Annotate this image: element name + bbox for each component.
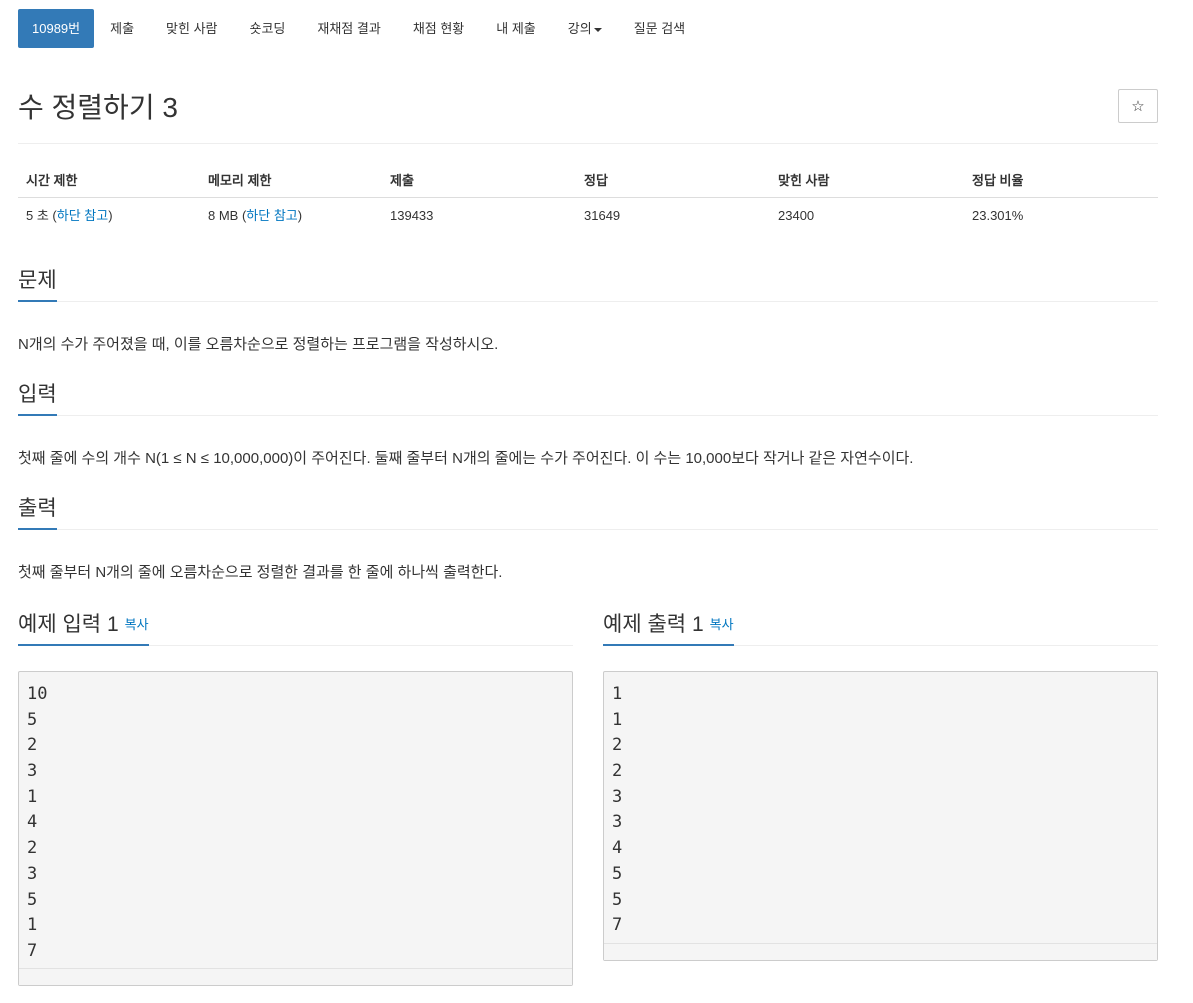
copy-sample-input-button[interactable]: 복사 [125, 617, 149, 632]
section-divider [18, 415, 1158, 416]
output-section-header: 출력 [18, 494, 1158, 530]
caret-down-icon [593, 27, 602, 32]
tab-my-submissions[interactable]: 내 제출 [480, 9, 552, 48]
memory-note-link[interactable]: 하단 참고 [246, 208, 297, 223]
input-description: 첫째 줄에 수의 개수 N(1 ≤ N ≤ 10,000,000)이 주어진다.… [18, 450, 914, 467]
copy-sample-output-button[interactable]: 복사 [710, 617, 734, 632]
memory-limit-close: ) [297, 208, 303, 223]
favorite-button[interactable]: ☆ [1118, 89, 1158, 123]
header-accepted: 정답 [584, 173, 608, 188]
tab-rejudge-results[interactable]: 재채점 결과 [301, 9, 396, 48]
star-icon: ☆ [1131, 98, 1145, 115]
sample-input-box[interactable]: 10 5 2 3 1 4 2 3 5 1 7 [18, 671, 573, 986]
time-limit-text: 5 초 ( [26, 208, 57, 223]
value-ratio: 23.301% [972, 208, 1024, 223]
problem-section-title: 문제 [18, 264, 57, 302]
page-title: 수 정렬하기 3 [18, 92, 178, 123]
sample-input-line: 2 [27, 838, 38, 859]
input-section-header: 입력 [18, 380, 1158, 416]
sample-input-title: 예제 입력 1 [18, 613, 119, 636]
header-solvers: 맞힌 사람 [778, 173, 830, 188]
problem-section-header: 문제 [18, 266, 1158, 302]
sample-input-header: 예제 입력 1 복사 [18, 610, 573, 646]
tab-question-search[interactable]: 질문 검색 [618, 9, 701, 48]
sample-input-line: 1 [27, 786, 38, 807]
sample-input-line: 5 [27, 889, 38, 910]
time-limit-close: ) [108, 208, 113, 223]
value-submissions: 139433 [390, 208, 434, 223]
tab-problem-number[interactable]: 10989번 [18, 9, 95, 48]
horizontal-scrollbar[interactable] [19, 968, 572, 985]
sample-output-box[interactable]: 1 1 2 2 3 3 4 5 5 7 [603, 671, 1158, 961]
sample-output-line: 5 [612, 889, 623, 910]
problem-page: { "nav": { "items": [ {"label": "10989번"… [0, 0, 1193, 1003]
header-submissions: 제출 [390, 173, 414, 188]
sample-output-line: 3 [612, 786, 623, 807]
header-time-limit: 시간 제한 [26, 173, 78, 188]
sample-output-line: 5 [612, 863, 623, 884]
header-ratio: 정답 비율 [972, 173, 1024, 188]
sample-input-line: 5 [27, 709, 38, 730]
tab-submit[interactable]: 제출 [94, 9, 150, 48]
sample-output-line: 1 [612, 709, 623, 730]
tab-short-coding[interactable]: 숏코딩 [234, 9, 302, 48]
sample-output-header: 예제 출력 1 복사 [603, 610, 1158, 646]
sample-output-line: 2 [612, 735, 623, 756]
tab-lectures-dropdown[interactable]: 강의 [552, 9, 618, 48]
info-value-row: 5 초 (하단 참고) 8 MB (하단 참고) 139433 31649 23… [18, 198, 1158, 234]
memory-limit-text: 8 MB ( [208, 208, 247, 223]
output-section-title: 출력 [18, 492, 57, 530]
sample-output-title: 예제 출력 1 [603, 613, 704, 636]
value-solvers: 23400 [778, 208, 815, 223]
sample-input-line: 3 [27, 761, 38, 782]
tab-solvers[interactable]: 맞힌 사람 [150, 9, 233, 48]
output-description: 첫째 줄부터 N개의 줄에 오름차순으로 정렬한 결과를 한 줄에 하나씩 출력… [18, 564, 503, 581]
horizontal-scrollbar[interactable] [604, 943, 1157, 960]
problem-info-table: 시간 제한 메모리 제한 제출 정답 맞힌 사람 정답 비율 5 초 (하단 참… [18, 164, 1158, 234]
tab-lectures-label: 강의 [567, 21, 592, 36]
sample-output-line: 7 [612, 915, 623, 936]
value-memory-limit: 8 MB (하단 참고) [200, 198, 382, 234]
problem-description: N개의 수가 주어졌을 때, 이를 오름차순으로 정렬하는 프로그램을 작성하시… [18, 336, 499, 353]
title-divider [18, 143, 1158, 144]
tab-judge-status[interactable]: 채점 현황 [397, 9, 480, 48]
value-time-limit: 5 초 (하단 참고) [18, 198, 200, 234]
sample-input-title-wrap: 예제 입력 1 복사 [18, 608, 149, 646]
input-section-title: 입력 [18, 378, 57, 416]
sample-output-line: 4 [612, 838, 623, 859]
sample-output-line: 1 [612, 684, 623, 704]
sample-input-line: 4 [27, 812, 38, 833]
value-accepted: 31649 [584, 208, 621, 223]
sample-input-line: 2 [27, 735, 38, 756]
section-divider [18, 529, 1158, 530]
sample-input-line: 10 [27, 684, 48, 704]
header-memory-limit: 메모리 제한 [208, 173, 272, 188]
sample-output-title-wrap: 예제 출력 1 복사 [603, 608, 734, 646]
section-divider [18, 301, 1158, 302]
time-note-link[interactable]: 하단 참고 [57, 208, 108, 223]
sample-output-line: 3 [612, 812, 623, 833]
sample-input-line: 7 [27, 940, 38, 961]
info-header-row: 시간 제한 메모리 제한 제출 정답 맞힌 사람 정답 비율 [18, 164, 1158, 198]
sample-input-line: 1 [27, 915, 38, 936]
problem-nav: 10989번 제출 맞힌 사람 숏코딩 재채점 결과 채점 현황 내 제출 강의… [18, 9, 701, 48]
sample-input-line: 3 [27, 863, 38, 884]
sample-output-line: 2 [612, 761, 623, 782]
